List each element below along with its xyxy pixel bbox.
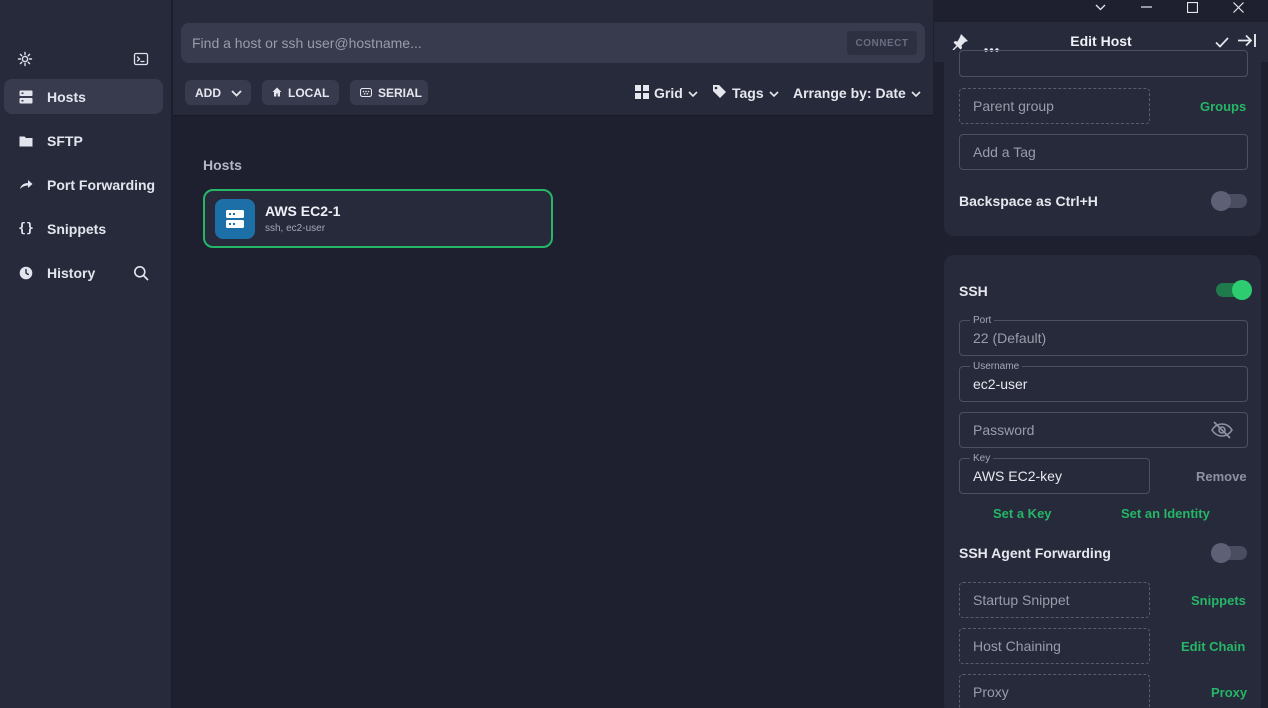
port-label: Port — [970, 315, 995, 326]
search-bar: CONNECT — [181, 23, 925, 63]
add-button-label: ADD — [195, 85, 221, 100]
local-button[interactable]: LOCAL — [262, 80, 339, 105]
username-label: Username — [970, 361, 1023, 372]
sidebar-item-history[interactable]: History — [4, 255, 163, 290]
set-key-link[interactable]: Set a Key — [993, 506, 1052, 521]
sidebar-top-actions — [0, 48, 172, 70]
edit-host-panel: Edit Host Parent group Groups Add a Tag … — [934, 0, 1268, 708]
host-info: AWS EC2-1 ssh, ec2-user — [265, 203, 340, 234]
arrange-label: Arrange by: Date — [793, 85, 906, 101]
sidebar-item-label: SFTP — [47, 132, 83, 149]
sidebar-item-hosts[interactable]: Hosts — [4, 79, 163, 114]
add-button[interactable]: ADD — [185, 80, 251, 105]
parent-group-placeholder: Parent group — [973, 98, 1054, 114]
tag-input[interactable]: Add a Tag — [959, 134, 1248, 170]
tags-label: Tags — [732, 85, 764, 101]
hosts-section-label: Hosts — [203, 157, 242, 173]
toolbar: ADD LOCAL SERIAL Grid Tags Arrange by: D… — [185, 80, 925, 105]
folder-icon — [18, 133, 34, 149]
host-card[interactable]: AWS EC2-1 ssh, ec2-user — [203, 189, 553, 248]
minimize-icon[interactable] — [1139, 0, 1153, 14]
agent-forwarding-toggle[interactable] — [1211, 543, 1247, 563]
parent-group-field[interactable]: Parent group — [959, 88, 1150, 124]
sidebar: Hosts SFTP Port Forwarding {} Snippets H… — [0, 0, 172, 708]
password-field[interactable]: Password — [959, 412, 1248, 448]
server-icon — [215, 198, 255, 239]
host-subtitle: ssh, ec2-user — [265, 223, 326, 234]
home-icon — [272, 86, 282, 100]
arrange-dropdown[interactable]: Arrange by: Date — [793, 82, 921, 104]
sidebar-item-sftp[interactable]: SFTP — [4, 123, 163, 158]
key-field[interactable]: Key AWS EC2-key — [959, 453, 1150, 494]
maximize-icon[interactable] — [1185, 0, 1199, 14]
terminal-icon[interactable] — [133, 51, 149, 67]
serial-button[interactable]: SERIAL — [350, 80, 428, 105]
port-forwarding-icon — [18, 177, 34, 193]
chevron-down-icon — [688, 85, 698, 101]
grid-icon — [635, 84, 649, 102]
chevron-down-icon — [911, 85, 921, 101]
toggle-knob — [1211, 543, 1231, 563]
general-card: Parent group Groups Add a Tag Backspace … — [944, 50, 1261, 236]
close-icon[interactable] — [1231, 0, 1245, 14]
edit-chain-link[interactable]: Edit Chain — [1181, 639, 1245, 654]
serial-button-label: SERIAL — [378, 85, 423, 100]
username-field[interactable]: Username ec2-user — [959, 361, 1248, 402]
ssh-label: SSH — [959, 283, 988, 299]
password-placeholder: Password — [973, 422, 1035, 438]
window-controls — [1088, 0, 1268, 14]
ssh-card: SSH Port 22 (Default) Username ec2-user … — [944, 255, 1261, 708]
sidebar-item-label: History — [47, 264, 96, 281]
search-icon[interactable] — [133, 265, 149, 281]
local-button-label: LOCAL — [288, 85, 330, 100]
history-icon — [18, 265, 34, 281]
ssh-toggle[interactable] — [1216, 280, 1252, 300]
main-area: CONNECT ADD LOCAL SERIAL — [173, 0, 933, 708]
port-field[interactable]: Port 22 (Default) — [959, 315, 1248, 356]
search-input[interactable] — [181, 23, 847, 63]
sidebar-item-port-forwarding[interactable]: Port Forwarding — [4, 167, 163, 202]
username-value: ec2-user — [973, 376, 1028, 392]
host-chaining-placeholder: Host Chaining — [973, 638, 1061, 654]
sidebar-item-label: Snippets — [47, 220, 107, 237]
proxy-field[interactable]: Proxy — [959, 674, 1150, 708]
connect-button[interactable]: CONNECT — [847, 31, 917, 55]
toggle-knob — [1232, 280, 1252, 300]
key-value: AWS EC2-key — [973, 468, 1062, 484]
tag-placeholder: Add a Tag — [973, 144, 1036, 160]
set-identity-link[interactable]: Set an Identity — [1121, 506, 1210, 521]
tags-dropdown[interactable]: Tags — [712, 82, 779, 104]
remove-key-link[interactable]: Remove — [1196, 469, 1247, 484]
proxy-link[interactable]: Proxy — [1211, 685, 1247, 700]
startup-snippet-field[interactable]: Startup Snippet — [959, 582, 1150, 618]
host-chaining-field[interactable]: Host Chaining — [959, 628, 1150, 664]
startup-snippet-placeholder: Startup Snippet — [973, 592, 1070, 608]
backspace-label: Backspace as Ctrl+H — [959, 193, 1098, 209]
agent-forwarding-label: SSH Agent Forwarding — [959, 545, 1111, 561]
toggle-knob — [1211, 191, 1231, 211]
hosts-icon — [18, 89, 34, 105]
chevron-down-icon — [769, 85, 779, 101]
sidebar-item-label: Port Forwarding — [47, 176, 156, 193]
proxy-placeholder: Proxy — [973, 684, 1009, 700]
label-field[interactable] — [959, 50, 1248, 77]
view-mode-label: Grid — [654, 85, 683, 101]
view-mode-dropdown[interactable]: Grid — [635, 82, 698, 104]
backspace-toggle[interactable] — [1211, 191, 1247, 211]
gear-icon[interactable] — [17, 51, 33, 67]
key-label: Key — [970, 453, 994, 464]
chevron-down-icon — [231, 86, 242, 100]
main-topbar: CONNECT ADD LOCAL SERIAL — [173, 0, 933, 116]
sidebar-item-snippets[interactable]: {} Snippets — [4, 211, 163, 246]
groups-link[interactable]: Groups — [1200, 99, 1246, 114]
snippets-icon: {} — [18, 221, 34, 236]
snippets-link[interactable]: Snippets — [1191, 593, 1246, 608]
tag-icon — [712, 84, 727, 102]
eye-off-icon[interactable] — [1211, 421, 1233, 442]
sidebar-item-label: Hosts — [47, 88, 86, 105]
chevron-down-icon[interactable] — [1093, 0, 1107, 14]
host-name: AWS EC2-1 — [265, 203, 341, 219]
port-placeholder: 22 (Default) — [973, 330, 1047, 346]
serial-icon — [359, 86, 373, 100]
